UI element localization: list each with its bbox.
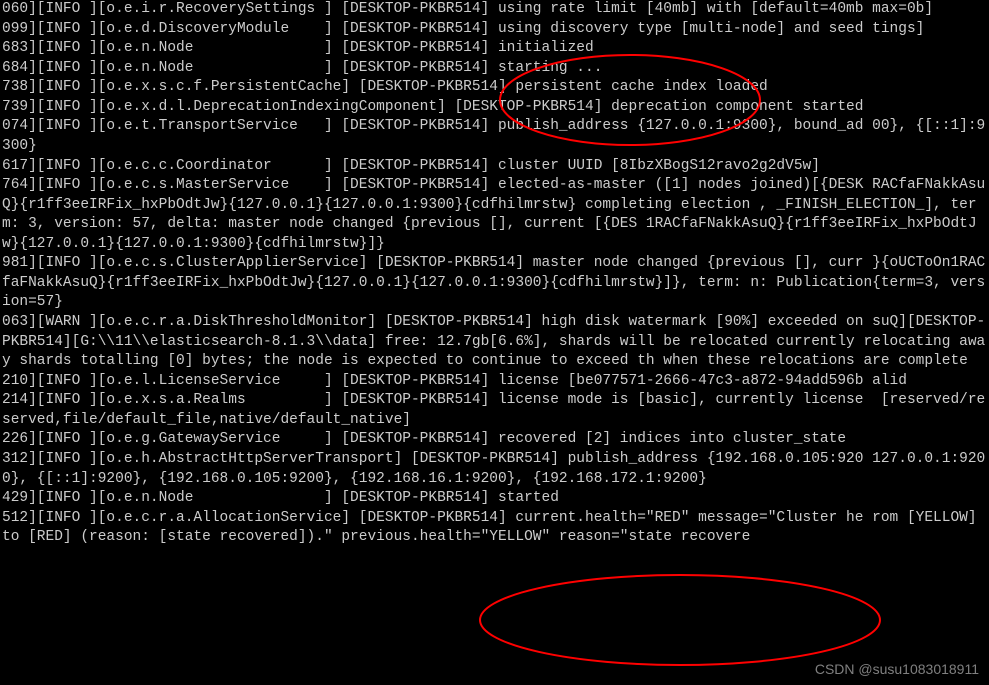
log-line: 063][WARN ][o.e.c.r.a.DiskThresholdMonit…: [2, 313, 987, 372]
log-line: 981][INFO ][o.e.c.s.ClusterApplierServic…: [2, 254, 987, 313]
terminal-output: 060][INFO ][o.e.i.r.RecoverySettings ] […: [0, 0, 989, 548]
log-line: 074][INFO ][o.e.t.TransportService ] [DE…: [2, 117, 987, 156]
log-line: 738][INFO ][o.e.x.s.c.f.PersistentCache]…: [2, 78, 987, 98]
red-circle-bottom: [480, 575, 880, 665]
log-line: 617][INFO ][o.e.c.c.Coordinator ] [DESKT…: [2, 157, 987, 177]
log-line: 060][INFO ][o.e.i.r.RecoverySettings ] […: [2, 0, 987, 20]
log-line: 210][INFO ][o.e.l.LicenseService ] [DESK…: [2, 372, 987, 392]
log-line: 312][INFO ][o.e.h.AbstractHttpServerTran…: [2, 450, 987, 489]
log-line: 739][INFO ][o.e.x.d.l.DeprecationIndexin…: [2, 98, 987, 118]
log-line: 099][INFO ][o.e.d.DiscoveryModule ] [DES…: [2, 20, 987, 40]
watermark: CSDN @susu1083018911: [815, 660, 979, 679]
log-line: 226][INFO ][o.e.g.GatewayService ] [DESK…: [2, 430, 987, 450]
log-line: 512][INFO ][o.e.c.r.a.AllocationService]…: [2, 509, 987, 548]
log-line: 684][INFO ][o.e.n.Node ] [DESKTOP-PKBR51…: [2, 59, 987, 79]
log-line: 683][INFO ][o.e.n.Node ] [DESKTOP-PKBR51…: [2, 39, 987, 59]
log-line: 214][INFO ][o.e.x.s.a.Realms ] [DESKTOP-…: [2, 391, 987, 430]
log-line: 764][INFO ][o.e.c.s.MasterService ] [DES…: [2, 176, 987, 254]
log-line: 429][INFO ][o.e.n.Node ] [DESKTOP-PKBR51…: [2, 489, 987, 509]
